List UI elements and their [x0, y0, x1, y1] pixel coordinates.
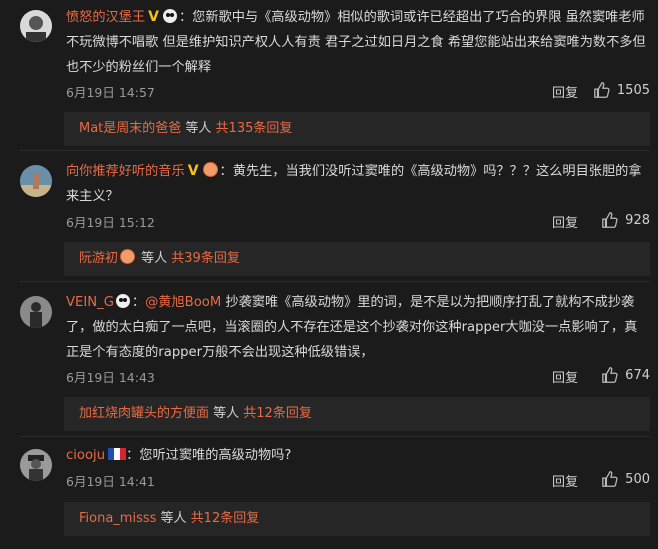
sub-replies[interactable]: 阮游初 等人 共39条回复	[64, 242, 650, 276]
comment-time: 6月19日 14:57	[66, 85, 155, 100]
avatar-image	[20, 165, 52, 197]
comment-username[interactable]: VEIN_G	[66, 295, 114, 310]
sub-reply-mid: 等人	[137, 251, 172, 266]
sub-reply-count[interactable]: 共12条回复	[191, 511, 260, 526]
comment-username[interactable]: 向你推荐好听的音乐	[66, 164, 185, 179]
thumbs-up-icon	[594, 82, 610, 98]
sub-reply-count[interactable]: 共39条回复	[171, 251, 240, 266]
panda-emoji-icon	[162, 9, 177, 23]
like-button[interactable]: 500	[601, 470, 650, 488]
like-button[interactable]: 928	[601, 211, 650, 229]
avatar-image	[20, 10, 52, 42]
mention-link[interactable]: @黄旭BooM	[145, 295, 221, 310]
comment-meta: 6月19日 15:12 回复 928	[66, 212, 650, 232]
sub-reply-count[interactable]: 共135条回复	[216, 121, 293, 136]
comment-body: 向你推荐好听的音乐 V ：黄先生，当我们没听过窦唯的《高级动物》吗？？？这么明目张胆…	[66, 159, 648, 209]
comment-body: VEIN_G ：@黄旭BooM 抄袭窦唯《高级动物》里的词，是不是以为把顺序打乱了…	[66, 294, 638, 360]
member-emoji-icon	[202, 162, 218, 177]
comment-text: 您听过窦唯的高级动物吗?	[139, 448, 292, 463]
divider	[20, 150, 650, 151]
thumbs-up-icon	[602, 212, 618, 228]
like-count: 500	[625, 471, 650, 487]
thumbs-up-icon	[602, 367, 618, 383]
comment-time: 6月19日 15:12	[66, 215, 155, 230]
avatar[interactable]	[20, 165, 52, 197]
comment-time: 6月19日 14:41	[66, 474, 155, 489]
verified-v-icon: V	[148, 9, 159, 25]
like-count: 1505	[616, 82, 650, 98]
reply-button[interactable]: 回复	[552, 367, 578, 386]
panda-emoji-icon	[115, 294, 130, 308]
sub-reply-mid: 等人	[156, 511, 191, 526]
verified-v-icon: V	[187, 163, 199, 179]
sub-replies[interactable]: 加红烧肉罐头的方便面 等人 共12条回复	[64, 397, 650, 431]
sub-reply-mid: 等人	[181, 121, 216, 136]
avatar[interactable]	[20, 296, 52, 328]
like-count: 674	[625, 367, 650, 383]
comment-username[interactable]: 愤怒的汉堡王	[66, 10, 145, 25]
member-emoji-icon	[120, 249, 136, 264]
france-flag-icon	[108, 448, 127, 460]
sub-reply-user[interactable]: Fiona_misss	[79, 511, 156, 526]
avatar-image	[20, 296, 52, 328]
like-button[interactable]: 1505	[593, 81, 650, 99]
avatar-image	[20, 449, 52, 481]
comment-username[interactable]: ciooju	[66, 448, 105, 463]
reply-button[interactable]: 回复	[552, 82, 578, 101]
comment-meta: 6月19日 14:41 回复 500	[66, 471, 650, 491]
comment-time: 6月19日 14:43	[66, 370, 155, 385]
comment-meta: 6月19日 14:43 回复 674	[66, 367, 650, 387]
divider	[20, 436, 650, 437]
comment-body: 愤怒的汉堡王 V ：您新歌中与《高级动物》相似的歌词或许已经超出了巧合的界限 虽然窦…	[66, 5, 648, 80]
sub-reply-count[interactable]: 共12条回复	[243, 406, 312, 421]
avatar[interactable]	[20, 449, 52, 481]
reply-button[interactable]: 回复	[552, 212, 578, 231]
comment-meta: 6月19日 14:57 回复 1505	[66, 82, 650, 102]
reply-button[interactable]: 回复	[552, 471, 578, 490]
sub-replies[interactable]: Fiona_misss 等人 共12条回复	[64, 502, 650, 536]
sub-reply-user[interactable]: Mat是周末的爸爸	[79, 121, 181, 136]
divider	[20, 281, 650, 282]
sub-reply-mid: 等人	[209, 406, 244, 421]
like-count: 928	[625, 212, 650, 228]
sub-replies[interactable]: Mat是周末的爸爸 等人 共135条回复	[64, 112, 650, 146]
sub-reply-user[interactable]: 阮游初	[79, 251, 118, 266]
comment-body: ciooju ：您听过窦唯的高级动物吗?	[66, 448, 292, 463]
thumbs-up-icon	[602, 471, 618, 487]
like-button[interactable]: 674	[601, 366, 650, 384]
avatar[interactable]	[20, 10, 52, 42]
sub-reply-user[interactable]: 加红烧肉罐头的方便面	[79, 406, 209, 421]
